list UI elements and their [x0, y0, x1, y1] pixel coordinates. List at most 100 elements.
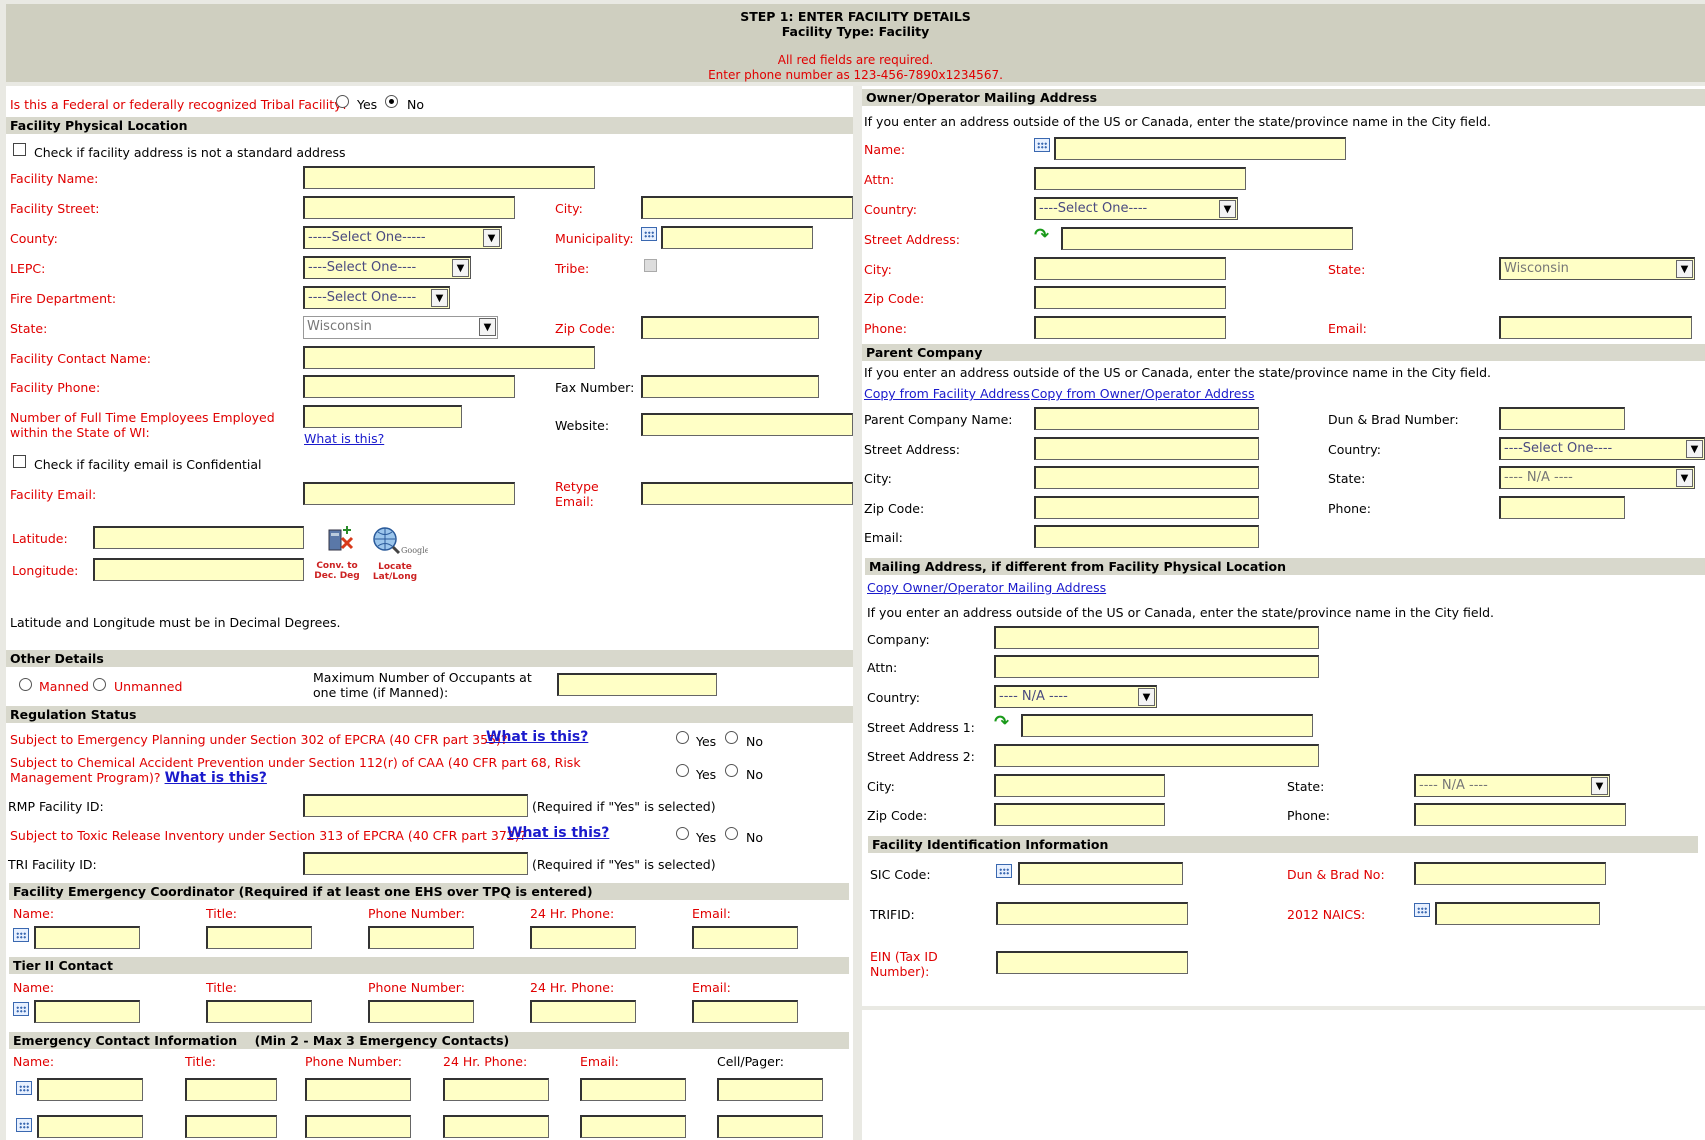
parent-dun-input[interactable] — [1499, 407, 1625, 430]
tier2-title-input[interactable] — [206, 1000, 312, 1023]
owner-state-select[interactable]: Wisconsin ▼ — [1499, 257, 1695, 280]
naics-input[interactable] — [1435, 902, 1600, 925]
unmanned-radio[interactable] — [93, 678, 106, 691]
fec-email-input[interactable] — [692, 926, 798, 949]
employees-input[interactable] — [303, 405, 462, 428]
owner-street-input[interactable] — [1061, 227, 1353, 250]
mailing-street2-input[interactable] — [994, 744, 1319, 767]
fec-phone-input[interactable] — [368, 926, 474, 949]
latitude-input[interactable] — [93, 526, 304, 549]
ec2-name-input[interactable] — [37, 1115, 143, 1138]
municipality-input[interactable] — [661, 226, 813, 249]
mailing-attn-input[interactable] — [994, 655, 1319, 678]
longitude-input[interactable] — [93, 558, 304, 581]
parent-zip-input[interactable] — [1034, 496, 1259, 519]
lookup-grid-icon[interactable] — [13, 1002, 29, 1016]
ec1-24hr-input[interactable] — [443, 1078, 549, 1101]
nonstandard-address-checkbox[interactable] — [13, 143, 26, 156]
reg-caa-112r-what-link[interactable]: What is this? — [165, 770, 267, 786]
lookup-grid-icon[interactable] — [996, 864, 1012, 878]
fec-name-input[interactable] — [34, 926, 140, 949]
sic-code-input[interactable] — [1018, 862, 1183, 885]
parent-phone-input[interactable] — [1499, 496, 1625, 519]
tier2-24hr-input[interactable] — [530, 1000, 636, 1023]
reg-epcra-302-no-radio[interactable] — [725, 731, 738, 744]
ec1-cell-input[interactable] — [717, 1078, 823, 1101]
mailing-state-select[interactable]: ---- N/A ---- ▼ — [1414, 774, 1610, 797]
lookup-grid-icon[interactable] — [1414, 903, 1430, 917]
parent-street-input[interactable] — [1034, 437, 1259, 460]
fec-24hr-input[interactable] — [530, 926, 636, 949]
mailing-country-select[interactable]: ---- N/A ---- ▼ — [994, 685, 1157, 708]
owner-name-input[interactable] — [1054, 137, 1346, 160]
rmp-id-input[interactable] — [303, 794, 528, 817]
max-occupants-input[interactable] — [557, 673, 717, 696]
tri-id-input[interactable] — [303, 852, 528, 875]
ec2-email-input[interactable] — [580, 1115, 686, 1138]
locate-globe-icon[interactable]: Google — [372, 526, 430, 556]
reg-tri-313-what-link[interactable]: What is this? — [507, 826, 609, 841]
facility-street-input[interactable] — [303, 196, 515, 219]
owner-city-input[interactable] — [1034, 257, 1226, 280]
ec1-phone-input[interactable] — [305, 1078, 411, 1101]
owner-email-input[interactable] — [1499, 316, 1692, 339]
ein-input[interactable] — [996, 951, 1188, 974]
tribal-no-radio[interactable] — [385, 95, 398, 108]
copy-owner-mailing-link[interactable]: Copy Owner/Operator Mailing Address — [867, 580, 1106, 595]
facility-phone-input[interactable] — [303, 375, 515, 398]
ec2-cell-input[interactable] — [717, 1115, 823, 1138]
mailing-phone-input[interactable] — [1414, 803, 1626, 826]
green-arrow-icon[interactable]: ↷ — [994, 714, 1016, 732]
tier2-name-input[interactable] — [34, 1000, 140, 1023]
green-arrow-icon[interactable]: ↷ — [1034, 227, 1056, 245]
tier2-email-input[interactable] — [692, 1000, 798, 1023]
parent-country-select[interactable]: ----Select One---- ▼ — [1499, 437, 1705, 460]
parent-state-select[interactable]: ---- N/A ---- ▼ — [1499, 466, 1695, 489]
lepc-select[interactable]: ----Select One---- ▼ — [303, 256, 471, 279]
email-confidential-checkbox[interactable] — [13, 455, 26, 468]
reg-caa-112r-no-radio[interactable] — [725, 764, 738, 777]
reg-tri-313-yes-radio[interactable] — [676, 827, 689, 840]
ec1-name-input[interactable] — [37, 1078, 143, 1101]
owner-phone-input[interactable] — [1034, 316, 1226, 339]
lookup-grid-icon[interactable] — [13, 928, 29, 942]
state-select[interactable]: Wisconsin ▼ — [303, 316, 498, 339]
ec2-phone-input[interactable] — [305, 1115, 411, 1138]
city-input[interactable] — [641, 196, 853, 219]
owner-country-select[interactable]: ----Select One---- ▼ — [1034, 197, 1238, 220]
facility-name-input[interactable] — [303, 166, 595, 189]
reg-epcra-302-yes-radio[interactable] — [676, 731, 689, 744]
lookup-grid-icon[interactable] — [1034, 138, 1050, 152]
mailing-company-input[interactable] — [994, 626, 1319, 649]
ec1-email-input[interactable] — [580, 1078, 686, 1101]
copy-facility-address-link[interactable]: Copy from Facility Address — [864, 386, 1030, 401]
tribal-yes-radio[interactable] — [336, 95, 349, 108]
county-select[interactable]: -----Select One----- ▼ — [303, 226, 502, 249]
lookup-grid-icon[interactable] — [16, 1081, 32, 1095]
fec-title-input[interactable] — [206, 926, 312, 949]
dun-brad-no-input[interactable] — [1414, 862, 1606, 885]
ec1-title-input[interactable] — [185, 1078, 277, 1101]
reg-caa-112r-yes-radio[interactable] — [676, 764, 689, 777]
manned-radio[interactable] — [19, 678, 32, 691]
fire-department-select[interactable]: ----Select One---- ▼ — [303, 286, 450, 309]
retype-email-input[interactable] — [641, 482, 853, 505]
lookup-grid-icon[interactable] — [16, 1118, 32, 1132]
contact-name-input[interactable] — [303, 346, 595, 369]
parent-name-input[interactable] — [1034, 407, 1259, 430]
reg-epcra-302-what-link[interactable]: What is this? — [486, 730, 588, 745]
parent-city-input[interactable] — [1034, 466, 1259, 489]
owner-attn-input[interactable] — [1034, 167, 1246, 190]
mailing-city-input[interactable] — [994, 774, 1165, 797]
tier2-phone-input[interactable] — [368, 1000, 474, 1023]
reg-tri-313-no-radio[interactable] — [725, 827, 738, 840]
employees-what-is-this-link[interactable]: What is this? — [304, 431, 384, 446]
lookup-grid-icon[interactable] — [641, 227, 657, 241]
parent-email-input[interactable] — [1034, 525, 1259, 548]
copy-owner-address-link[interactable]: Copy from Owner/Operator Address — [1031, 386, 1254, 401]
facility-email-input[interactable] — [303, 482, 515, 505]
website-input[interactable] — [641, 413, 853, 436]
owner-zip-input[interactable] — [1034, 286, 1226, 309]
zip-code-input[interactable] — [641, 316, 819, 339]
fax-number-input[interactable] — [641, 375, 819, 398]
